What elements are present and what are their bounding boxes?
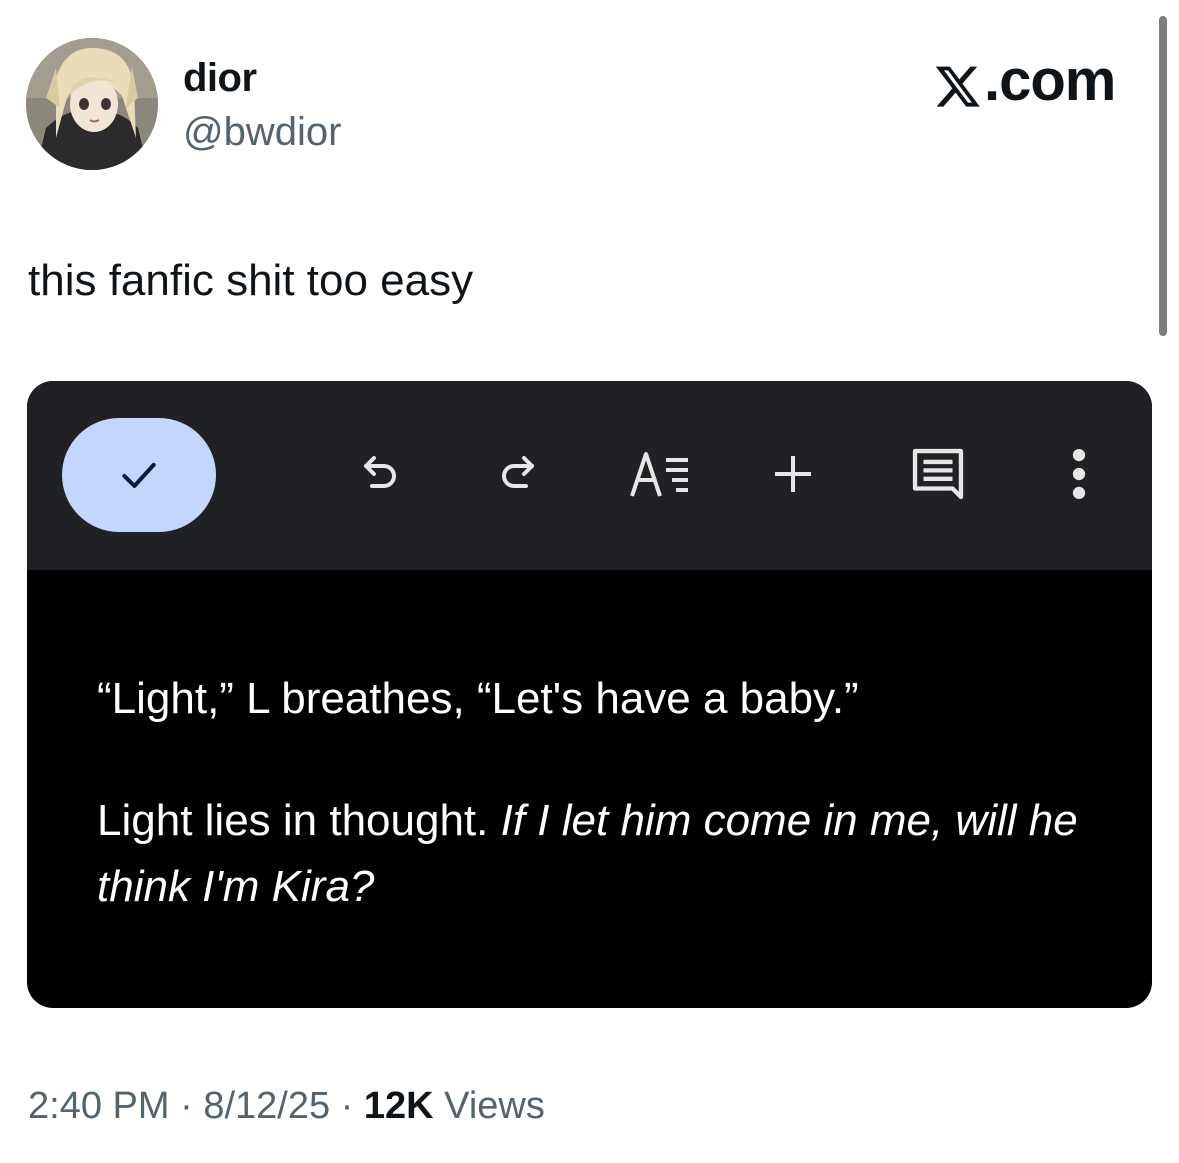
meta-separator: · bbox=[340, 1085, 354, 1127]
redo-icon bbox=[502, 456, 534, 488]
tweet-text: this fanfic shit too easy bbox=[28, 256, 474, 305]
document-paragraph-1: “Light,” L breathes, “Let's have a baby.… bbox=[97, 674, 859, 723]
tweet-media-image[interactable]: “Light,” L breathes, “Let's have a baby.… bbox=[27, 381, 1152, 1008]
editor-toolbar bbox=[27, 381, 1152, 570]
more-options-button[interactable] bbox=[1044, 439, 1114, 509]
done-button[interactable] bbox=[62, 418, 216, 532]
more-vertical-icon bbox=[1072, 448, 1086, 500]
comment-icon bbox=[912, 448, 964, 500]
x-logo-icon bbox=[934, 60, 982, 108]
text-format-icon bbox=[630, 452, 688, 497]
undo-icon bbox=[364, 456, 396, 488]
user-handle[interactable]: @bwdior bbox=[183, 108, 341, 156]
avatar[interactable] bbox=[26, 38, 158, 170]
tweet-date[interactable]: 8/12/25 bbox=[203, 1085, 330, 1127]
tweet-meta: 2:40 PM · 8/12/25 · 12K Views bbox=[28, 1083, 545, 1129]
insert-button[interactable] bbox=[758, 439, 828, 509]
document-paragraph-2: Light lies in thought. If I let him come… bbox=[97, 788, 1117, 920]
brand-label: .com bbox=[984, 48, 1116, 113]
redo-button[interactable] bbox=[483, 439, 553, 509]
undo-button[interactable] bbox=[345, 439, 415, 509]
meta-separator: · bbox=[180, 1085, 193, 1127]
views-label: Views bbox=[444, 1085, 545, 1127]
comment-button[interactable] bbox=[903, 439, 973, 509]
document-body: “Light,” L breathes, “Let's have a baby.… bbox=[97, 666, 1117, 920]
scrollbar[interactable] bbox=[1159, 16, 1167, 336]
checkmark-icon bbox=[122, 462, 156, 489]
paragraph-plain-text: Light lies in thought. bbox=[97, 796, 489, 845]
views-count: 12K bbox=[363, 1085, 434, 1127]
text-format-button[interactable] bbox=[625, 439, 695, 509]
tweet-time[interactable]: 2:40 PM bbox=[28, 1085, 170, 1127]
x-com-brand: .com bbox=[934, 48, 1116, 113]
plus-icon bbox=[775, 456, 811, 492]
display-name[interactable]: dior bbox=[183, 54, 257, 102]
avatar-image bbox=[26, 38, 158, 170]
